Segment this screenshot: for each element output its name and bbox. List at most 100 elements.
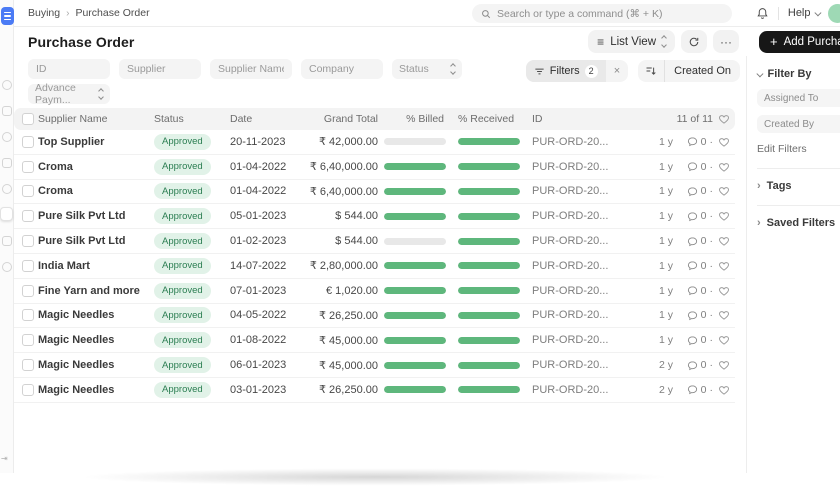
order-id[interactable]: PUR-ORD-20... [528,161,637,173]
order-id[interactable]: PUR-ORD-20... [528,136,637,148]
app-icon-active[interactable] [0,207,13,221]
breadcrumb-item[interactable]: Buying [28,7,60,19]
order-id[interactable]: PUR-ORD-20... [528,309,637,321]
like-button[interactable] [713,161,735,173]
assigned-to-input[interactable] [757,89,840,107]
supplier-name[interactable]: India Mart [38,260,154,272]
row-checkbox[interactable] [22,359,34,371]
filter-select-advance-payment[interactable]: Advance Paym... [28,84,110,104]
table-row[interactable]: India Mart Approved 14-07-2022 ₹ 2,80,00… [14,254,735,279]
filter-input-company[interactable] [301,59,383,79]
edit-filters-link[interactable]: Edit Filters [757,143,840,155]
app-icon[interactable] [2,236,12,246]
supplier-name[interactable]: Magic Needles [38,359,154,371]
app-icon[interactable] [2,158,12,168]
breadcrumb-item[interactable]: Purchase Order [75,7,149,19]
order-id[interactable]: PUR-ORD-20... [528,359,637,371]
supplier-name[interactable]: Croma [38,185,154,197]
col-date[interactable]: Date [230,113,302,125]
comments-indicator[interactable]: 0 · [673,309,713,321]
filter-input-supplier[interactable] [119,59,201,79]
rail-collapse-icon[interactable]: ⇥ [1,454,8,463]
comments-indicator[interactable]: 0 · [673,260,713,272]
like-button[interactable] [713,384,735,396]
supplier-name[interactable]: Pure Silk Pvt Ltd [38,210,154,222]
row-checkbox[interactable] [22,384,34,396]
clear-filters-button[interactable]: × [606,65,628,77]
filters-button[interactable]: Filters 2 [526,60,606,82]
comments-indicator[interactable]: 0 · [673,285,713,297]
table-row[interactable]: Croma Approved 01-04-2022 ₹ 6,40,000.00 … [14,180,735,205]
row-checkbox[interactable] [22,309,34,321]
liked-filter-button[interactable] [713,113,735,125]
like-button[interactable] [713,235,735,247]
order-id[interactable]: PUR-ORD-20... [528,260,637,272]
order-id[interactable]: PUR-ORD-20... [528,185,637,197]
app-icon[interactable] [2,184,12,194]
supplier-name[interactable]: Magic Needles [38,384,154,396]
like-button[interactable] [713,359,735,371]
row-checkbox[interactable] [22,235,34,247]
supplier-name[interactable]: Top Supplier [38,136,154,148]
row-checkbox[interactable] [22,161,34,173]
saved-filters-section[interactable]: › Saved Filters [757,217,840,229]
sort-field-button[interactable]: Created On [665,65,740,77]
filter-input-id[interactable] [28,59,110,79]
like-button[interactable] [713,309,735,321]
app-icon[interactable] [2,106,12,116]
add-purchase-order-button[interactable]: + Add Purchase Order [759,31,840,53]
filter-select-status[interactable]: Status [392,59,462,79]
like-button[interactable] [713,285,735,297]
filter-by-section[interactable]: Filter By [757,68,840,80]
supplier-name[interactable]: Magic Needles [38,334,154,346]
comments-indicator[interactable]: 0 · [673,384,713,396]
table-row[interactable]: Top Supplier Approved 20-11-2023 ₹ 42,00… [14,130,735,155]
comments-indicator[interactable]: 0 · [673,235,713,247]
row-checkbox[interactable] [22,334,34,346]
select-all-checkbox[interactable] [22,113,34,125]
row-checkbox[interactable] [22,136,34,148]
tags-section[interactable]: › Tags [757,180,840,192]
app-icon[interactable] [2,80,12,90]
view-switcher-button[interactable]: ≡ List View [588,30,675,53]
col-id[interactable]: ID [528,113,637,125]
comments-indicator[interactable]: 0 · [673,359,713,371]
row-checkbox[interactable] [22,285,34,297]
table-row[interactable]: Magic Needles Approved 04-05-2022 ₹ 26,2… [14,304,735,329]
app-icon[interactable] [2,132,12,142]
table-row[interactable]: Magic Needles Approved 01-08-2022 ₹ 45,0… [14,328,735,353]
user-avatar[interactable] [828,4,840,23]
like-button[interactable] [713,136,735,148]
table-row[interactable]: Magic Needles Approved 06-01-2023 ₹ 45,0… [14,353,735,378]
comments-indicator[interactable]: 0 · [673,334,713,346]
app-icon[interactable] [2,262,12,272]
created-by-input[interactable] [757,115,840,133]
table-row[interactable]: Fine Yarn and more Approved 07-01-2023 €… [14,279,735,304]
refresh-button[interactable] [681,30,707,53]
order-id[interactable]: PUR-ORD-20... [528,384,637,396]
notifications-bell-icon[interactable] [756,7,769,20]
like-button[interactable] [713,334,735,346]
filter-input-supplier-name[interactable] [210,59,292,79]
table-row[interactable]: Pure Silk Pvt Ltd Approved 05-01-2023 $ … [14,204,735,229]
order-id[interactable]: PUR-ORD-20... [528,334,637,346]
row-checkbox[interactable] [22,185,34,197]
like-button[interactable] [713,260,735,272]
command-search[interactable] [472,4,732,23]
supplier-name[interactable]: Fine Yarn and more [38,285,154,297]
col-percent-billed[interactable]: % Billed [378,113,450,125]
col-percent-received[interactable]: % Received [450,113,528,125]
col-supplier-name[interactable]: Supplier Name [38,113,154,125]
row-checkbox[interactable] [22,210,34,222]
like-button[interactable] [713,210,735,222]
table-row[interactable]: Magic Needles Approved 03-01-2023 ₹ 26,2… [14,378,735,403]
supplier-name[interactable]: Pure Silk Pvt Ltd [38,235,154,247]
table-row[interactable]: Croma Approved 01-04-2022 ₹ 6,40,000.00 … [14,155,735,180]
sort-direction-button[interactable] [638,60,665,82]
order-id[interactable]: PUR-ORD-20... [528,285,637,297]
comments-indicator[interactable]: 0 · [673,161,713,173]
comments-indicator[interactable]: 0 · [673,210,713,222]
app-menu-icon[interactable] [1,7,14,25]
col-grand-total[interactable]: Grand Total [302,113,378,125]
order-id[interactable]: PUR-ORD-20... [528,210,637,222]
